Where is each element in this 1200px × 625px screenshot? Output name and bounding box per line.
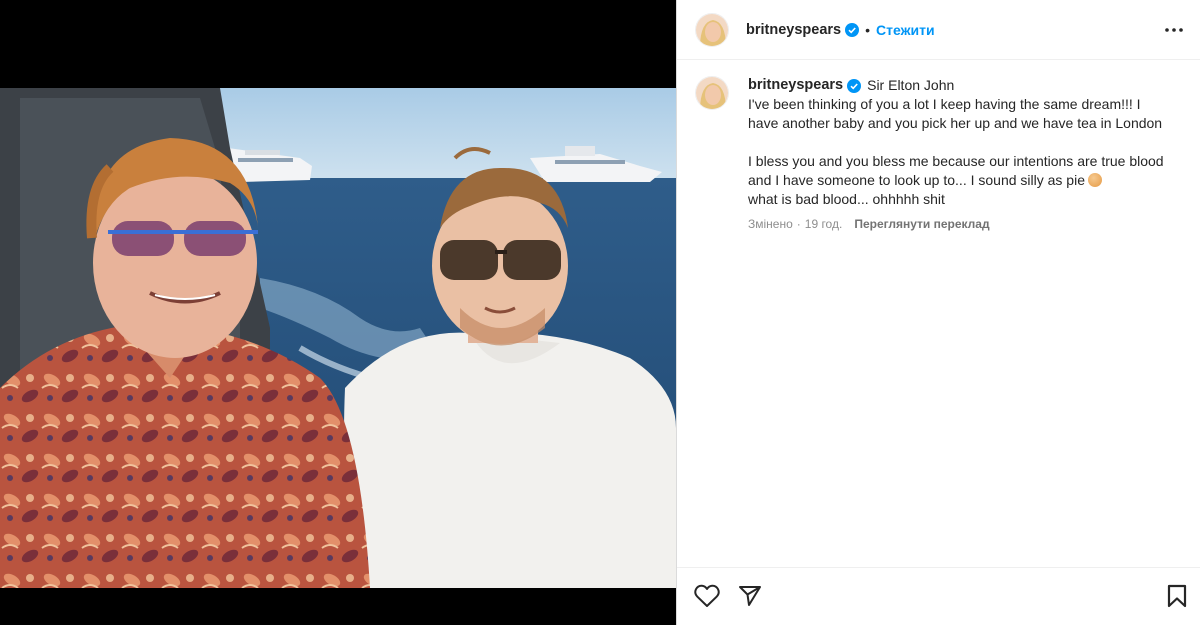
avatar-image	[696, 77, 728, 109]
see-translation-button[interactable]: Переглянути переклад	[854, 217, 989, 231]
author-avatar[interactable]	[695, 12, 729, 47]
post-media	[0, 0, 676, 625]
follow-button[interactable]: Стежити	[876, 22, 935, 38]
bookmark-icon[interactable]	[1163, 582, 1191, 610]
caption-author-avatar[interactable]	[695, 76, 729, 110]
share-icon[interactable]	[736, 582, 764, 610]
verified-badge-icon	[845, 22, 860, 37]
author-username[interactable]: britneyspears	[746, 22, 841, 38]
more-options-icon[interactable]	[1163, 20, 1185, 40]
caption-text: britneyspears Sir Elton John I've been t…	[748, 76, 1168, 209]
caption-author-username[interactable]: britneyspears	[748, 76, 843, 95]
edited-label: Змінено	[748, 217, 793, 231]
action-bar	[677, 567, 1200, 625]
post-photo[interactable]	[0, 88, 676, 588]
avatar-image	[696, 13, 728, 46]
header-separator: •	[865, 21, 871, 38]
caption-body: britneyspears Sir Elton John I've been t…	[748, 76, 1168, 231]
caption-paragraph-2: I bless you and you bless me because our…	[748, 152, 1168, 209]
post-time[interactable]: 19 год.	[805, 217, 843, 231]
caption-paragraph-1: I've been thinking of you a lot I keep h…	[748, 96, 1163, 131]
caption-mention: Sir Elton John	[867, 77, 955, 93]
verified-badge-icon	[847, 78, 862, 93]
post-header: britneyspears • Стежити	[677, 0, 1200, 60]
meta-separator: ·	[796, 217, 801, 231]
caption-head: britneyspears Sir Elton John	[748, 76, 1168, 95]
peach-emoji	[1087, 173, 1102, 187]
post-side-panel: britneyspears • Стежити britneyspears Si…	[676, 0, 1200, 625]
caption-comment: britneyspears Sir Elton John I've been t…	[695, 76, 1185, 231]
caption-meta: Змінено · 19 год. Переглянути переклад	[748, 217, 1168, 231]
caption-paragraph-2-end: what is bad blood... ohhhhh shit	[748, 191, 945, 207]
heart-icon[interactable]	[693, 582, 721, 610]
photo-elton-and-companion-on-boat	[0, 88, 676, 588]
